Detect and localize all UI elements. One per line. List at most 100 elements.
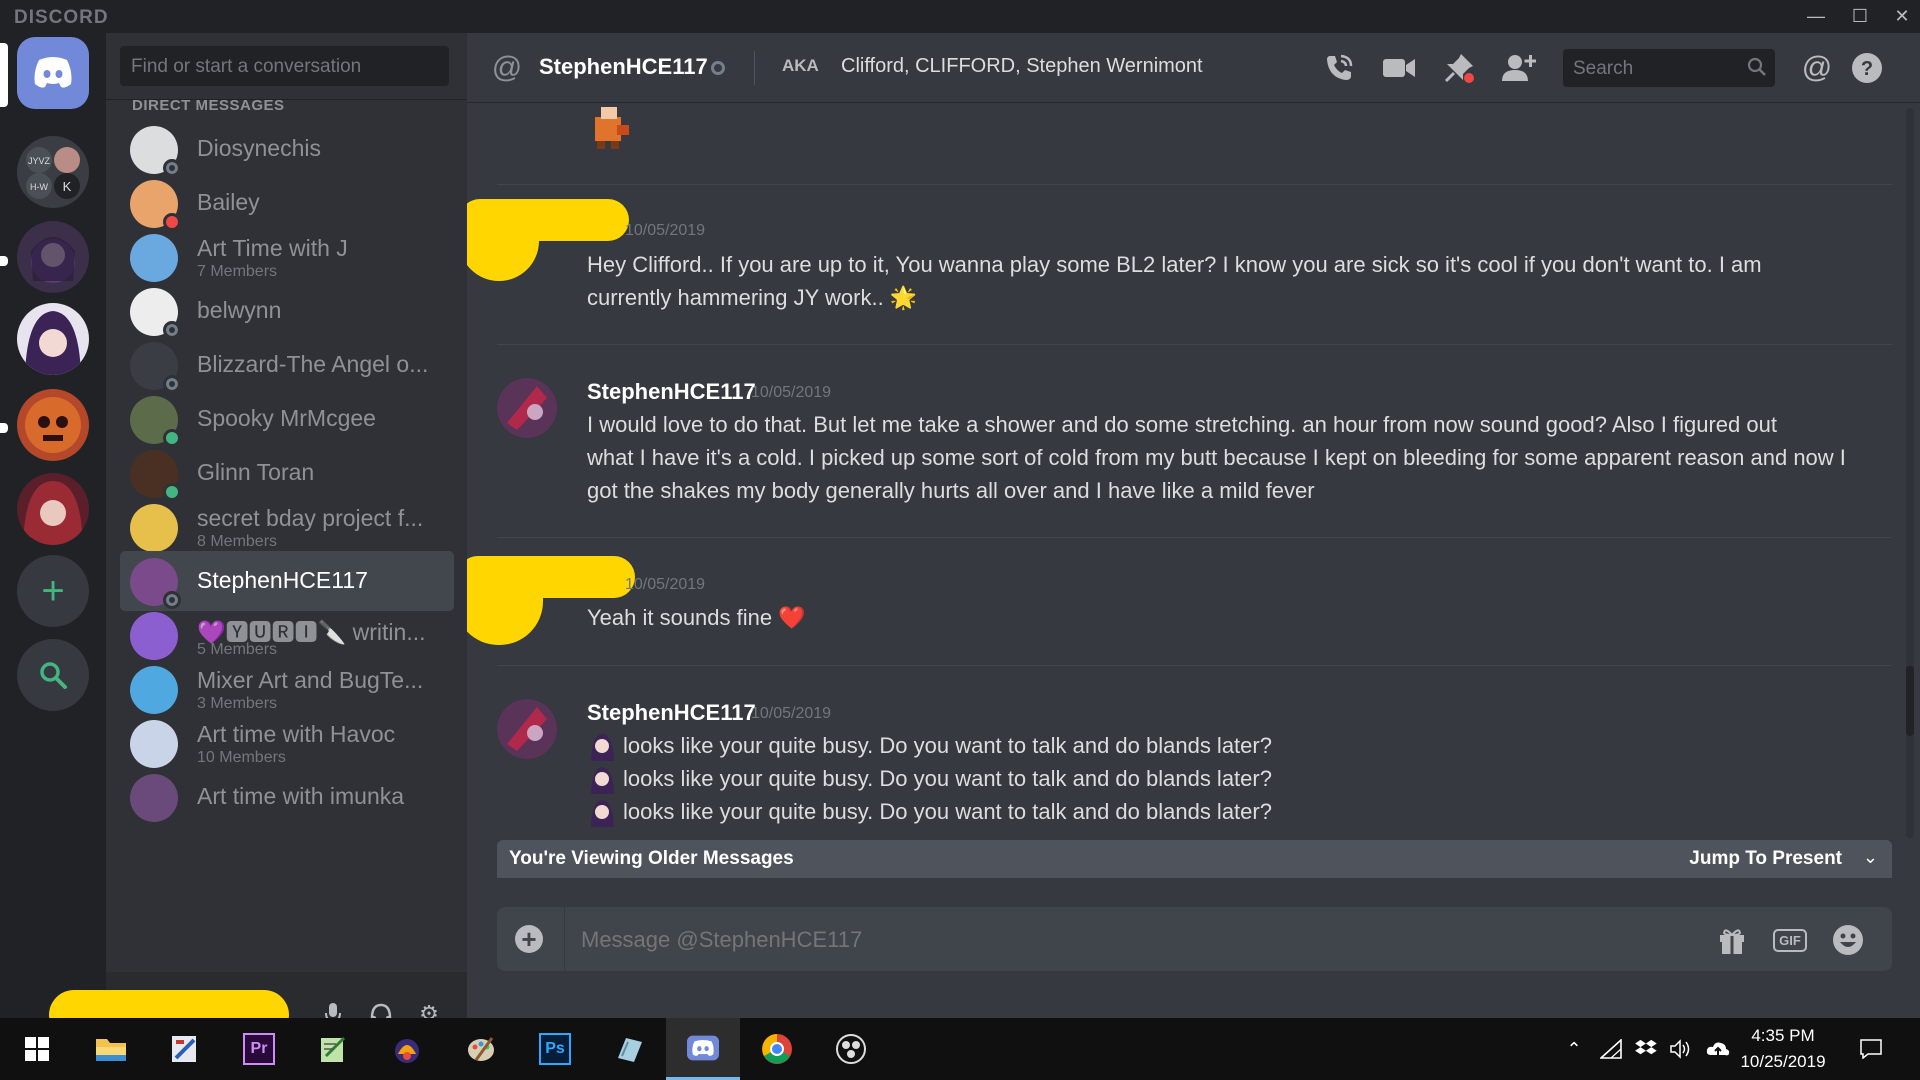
dm-item[interactable]: Bailey [120,173,454,233]
svg-text:K: K [63,179,72,194]
scroll-thumb[interactable] [1906,666,1914,736]
help-icon[interactable]: ? [1849,50,1885,86]
gift-icon[interactable] [1715,923,1749,957]
tray-overflow-chevron-icon[interactable]: ⌃ [1562,1037,1586,1061]
user-avatar[interactable] [497,699,557,759]
clock-date[interactable]: 10/25/2019 [1728,1052,1838,1072]
voice-call-icon[interactable] [1321,50,1357,86]
scrollbar[interactable] [1906,108,1914,838]
custom-emoji-icon [587,764,617,794]
home-button[interactable] [17,37,89,109]
svg-text:JYVZ: JYVZ [28,156,51,166]
volume-icon[interactable] [1669,1037,1693,1061]
dm-item-name: belwynn [197,297,282,323]
dm-item[interactable]: Art Time with J 7 Members [120,227,454,287]
dm-item[interactable]: Mixer Art and BugTe... 3 Members [120,659,454,719]
action-center-icon[interactable] [1859,1037,1883,1061]
group-dm-avatar [130,666,178,714]
folder-icon [96,1039,126,1061]
header-search-input[interactable]: Search [1563,49,1775,87]
chat-header: @ StephenHCE117 AKA Clifford, CLIFFORD, … [467,33,1920,103]
game-icon [395,1039,419,1063]
dm-item[interactable]: Art time with Havoc 10 Members [120,713,454,773]
explore-servers-button[interactable] [17,639,89,711]
jump-to-present-button[interactable]: Jump To Present [1689,848,1842,870]
upload-plus-icon[interactable]: + [515,925,543,953]
paint-app[interactable] [444,1018,518,1080]
photoshop-app[interactable]: Ps [518,1018,592,1080]
server-avatar-icon [25,397,81,453]
video-call-icon[interactable] [1381,50,1417,86]
search-icon [40,662,67,689]
premiere-app[interactable]: Pr [222,1018,296,1080]
add-server-button[interactable]: + [17,555,89,627]
pinned-messages-icon[interactable] [1441,50,1477,86]
dm-item[interactable]: Blizzard-The Angel o... [120,335,454,395]
dm-item[interactable]: StephenHCE117 [120,551,454,611]
emoji-icon[interactable] [1831,923,1865,957]
user-avatar[interactable] [497,378,557,438]
dm-item[interactable]: secret bday project f... 8 Members [120,497,454,557]
dm-item[interactable]: Art time with imunka [120,767,454,827]
server-anime-purple[interactable] [17,221,89,293]
close-button[interactable]: ✕ [1880,0,1920,33]
start-button[interactable] [0,1018,74,1080]
dm-item[interactable]: belwynn [120,281,454,341]
network-icon[interactable] [1599,1037,1623,1061]
paint-tool-icon [172,1036,196,1062]
message-author[interactable]: StephenHCE117 [587,379,756,405]
dm-item[interactable]: Spooky MrMcgee [120,389,454,449]
chevron-down-icon[interactable]: ⌄ [1863,847,1878,868]
mentions-icon[interactable]: @ [1799,50,1835,86]
message-input[interactable] [579,926,1479,954]
gif-icon[interactable]: GIF [1773,923,1807,957]
onedrive-upload-icon[interactable] [1706,1037,1730,1061]
obs-app[interactable] [814,1018,888,1080]
server-folder[interactable]: JYVZ H-W K [17,136,89,208]
dm-search-input[interactable]: Find or start a conversation [120,46,449,86]
chrome-icon [762,1034,792,1064]
message-divider [497,537,1892,538]
at-sign-icon: @ [491,51,523,84]
dm-item[interactable]: Diosynechis [120,119,454,179]
dm-heading: DIRECT MESSAGES [132,97,285,114]
dm-item-name: StephenHCE117 [197,567,368,593]
message-line: got the shakes my body generally hurts a… [587,478,1315,503]
dm-item[interactable]: 💜🆈🆄🆁🅸🔪 writin... 5 Members [120,605,454,665]
dropbox-icon[interactable] [1634,1037,1658,1061]
server-avatar-icon [25,311,81,375]
taskbar: Pr Ps ⌃ 4:35 PM 10/25/2019 [0,1018,1920,1080]
server-red-hair[interactable] [17,473,89,545]
message-line: looks like your quite busy. Do you want … [587,762,1907,795]
discord-app[interactable] [666,1018,740,1080]
dm-item-name: Diosynechis [197,135,321,161]
server-skull[interactable] [17,389,89,461]
redaction-mark [467,558,543,645]
dm-item-member-count: 8 Members [197,533,278,550]
paint-tool-app[interactable] [148,1018,222,1080]
minimize-button[interactable]: — [1794,0,1838,33]
add-friend-icon[interactable] [1501,50,1537,86]
server-anime-girl[interactable] [17,303,89,375]
tablet-app[interactable] [592,1018,666,1080]
message-line: Hey Clifford.. If you are up to it, You … [587,252,1762,277]
photoshop-icon: Ps [539,1033,571,1065]
notepad-app[interactable] [296,1018,370,1080]
message-list: 10/05/2019 Hey Clifford.. If you are up … [467,103,1907,843]
dm-item[interactable]: Glinn Toran [120,443,454,503]
message-composer: + GIF [497,907,1892,971]
chrome-app[interactable] [740,1018,814,1080]
dm-sidebar: Find or start a conversation DIRECT MESS… [49,33,467,1051]
game-app[interactable] [370,1018,444,1080]
title-bar: DISCORD — ☐ ✕ [0,0,1920,33]
redaction-mark [467,201,539,281]
message-divider [497,184,1892,185]
file-explorer-app[interactable] [74,1018,148,1080]
message-author[interactable]: StephenHCE117 [587,700,756,726]
divider [564,907,565,971]
maximize-button[interactable]: ☐ [1838,0,1882,33]
clock-time[interactable]: 4:35 PM [1728,1026,1838,1046]
dm-item-member-count: 5 Members [197,641,278,658]
group-dm-avatar [130,720,178,768]
message-timestamp: 10/05/2019 [625,222,706,239]
